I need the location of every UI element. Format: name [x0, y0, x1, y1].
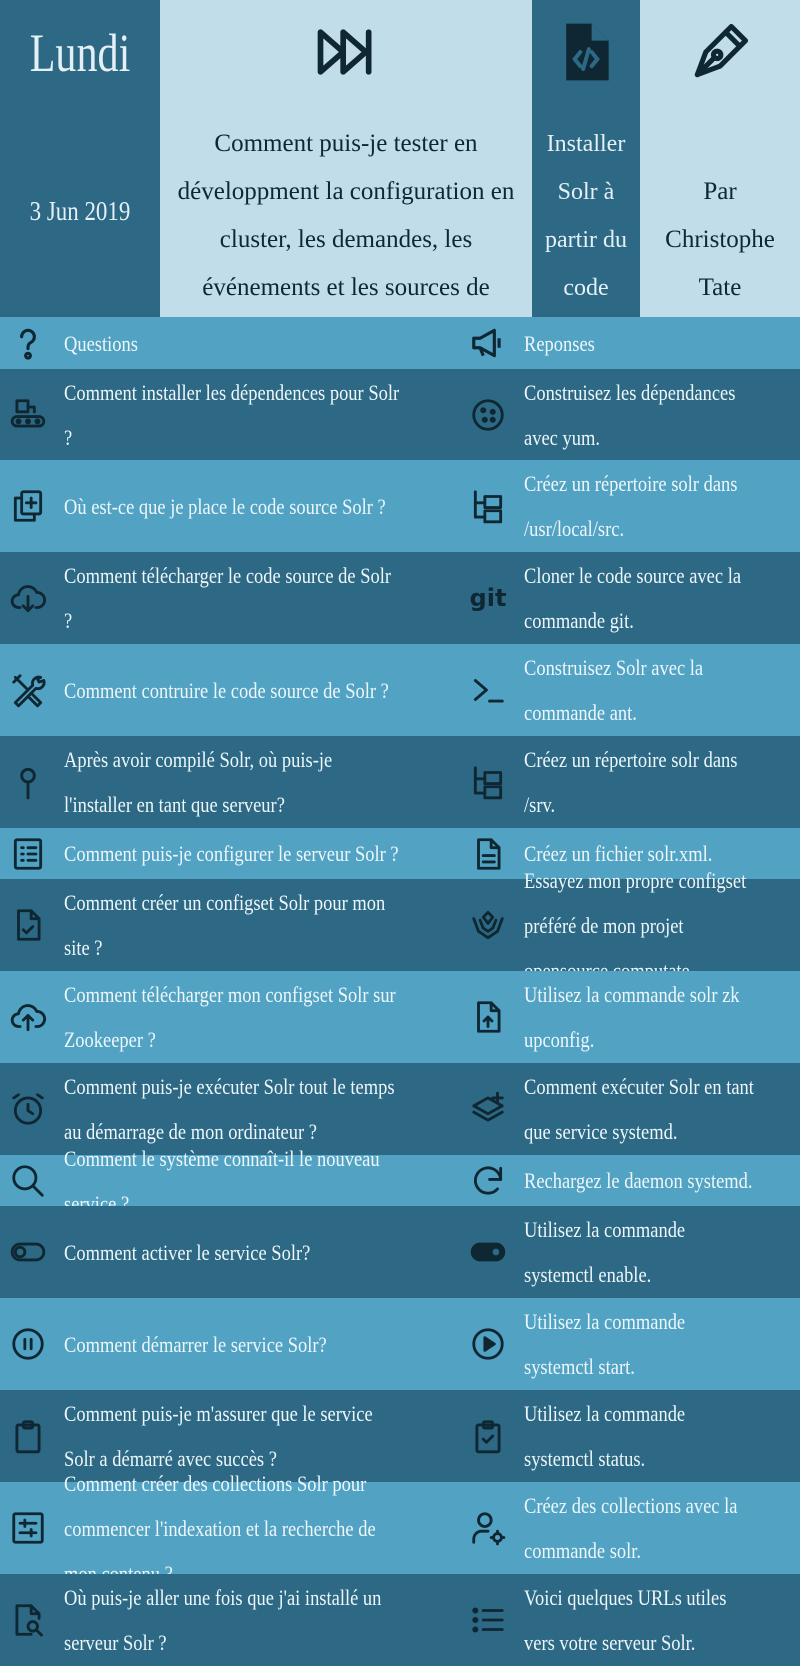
cookie-icon — [460, 369, 516, 460]
question-text: Après avoir compilé Solr, où puis-je l'i… — [64, 747, 333, 817]
folder-tree-icon — [460, 460, 516, 552]
response-text: Créez un répertoire solr dans /srv. — [524, 747, 738, 817]
file-check-icon — [0, 879, 56, 971]
day-panel: Lundi 3 Jun 2019 — [0, 0, 160, 317]
response-text: Utilisez la commande systemctl start. — [524, 1309, 686, 1379]
question-text: Comment installer les dépendences pour S… — [64, 379, 400, 450]
pen-nib-icon — [640, 18, 800, 86]
map-pin-icon — [0, 736, 56, 828]
git-icon: git — [469, 584, 507, 612]
table-row: Comment le système connaît-il le nouveau… — [0, 1146, 800, 1216]
file-upload-icon — [460, 971, 516, 1063]
install-title: Installer Solr à partir du code source. — [545, 131, 627, 301]
response-text: Voici quelques URLs utiles vers votre se… — [524, 1585, 727, 1655]
table-row: Où puis-je aller une fois que j'ai insta… — [0, 1574, 800, 1666]
author-panel: Par Christophe Tate — [640, 0, 800, 317]
main-question: Comment puis-je tester en développment l… — [177, 130, 515, 301]
table-row: Comment contruire le code source de Solr… — [0, 644, 800, 736]
table-row: Comment télécharger mon configset Solr s… — [0, 971, 800, 1063]
clipboard-icon — [0, 1390, 56, 1482]
table-row: Comment activer le service Solr? Utilisez… — [0, 1206, 800, 1298]
question-text: Où puis-je aller une fois que j'ai insta… — [64, 1585, 382, 1655]
question-panel: Comment puis-je tester en développment l… — [160, 0, 532, 317]
pause-circle-icon — [0, 1298, 56, 1390]
response-text: Construisez les dépendances avec yum. — [524, 379, 736, 450]
file-search-icon — [0, 1574, 56, 1666]
copy-plus-icon — [0, 460, 56, 552]
column-headers: Questions Reponses — [0, 317, 800, 369]
list-checklist-icon — [0, 828, 56, 879]
date-label: 3 Jun 2019 — [29, 196, 131, 226]
cloud-upload-icon — [0, 971, 56, 1063]
page: Lundi 3 Jun 2019 Comment puis-je tester … — [0, 0, 800, 1666]
terminal-prompt-icon — [460, 644, 516, 736]
question-text: Comment démarrer le service Solr? — [64, 1331, 327, 1357]
response-text: Comment exécuter Solr en tant que servic… — [524, 1074, 754, 1144]
response-text: Utilisez la commande systemctl enable. — [524, 1217, 686, 1287]
question-text: Comment contruire le code source de Solr… — [64, 677, 389, 703]
response-text: Utilisez la commande solr zk upconfig. — [524, 982, 740, 1052]
response-text: Créez des collections avec la commande s… — [524, 1493, 738, 1563]
response-text: Rechargez le daemon systemd. — [524, 1168, 753, 1193]
question-mark-icon — [0, 317, 56, 369]
megaphone-icon — [460, 317, 516, 369]
adjustments-icon — [0, 1482, 56, 1574]
fast-forward-icon — [160, 18, 532, 86]
play-circle-icon — [460, 1298, 516, 1390]
toggle-off-icon — [0, 1206, 56, 1298]
document-icon — [460, 828, 516, 879]
list-icon — [460, 1574, 516, 1666]
clipboard-check-icon — [460, 1390, 516, 1482]
question-text: Comment télécharger mon configset Solr s… — [64, 982, 396, 1052]
cloud-download-icon — [0, 552, 56, 644]
table-row: Comment télécharger le code source de So… — [0, 552, 800, 644]
table-row: Où est-ce que je place le code source So… — [0, 460, 800, 552]
question-text: Comment activer le service Solr? — [64, 1239, 311, 1265]
reload-icon — [460, 1155, 516, 1206]
response-text: Utilisez la commande systemctl status. — [524, 1401, 686, 1471]
responses-header: Reponses — [524, 330, 595, 356]
alarm-clock-icon — [0, 1063, 56, 1155]
table-row: Comment créer un configset Solr pour mon… — [0, 868, 800, 983]
header-banner: Lundi 3 Jun 2019 Comment puis-je tester … — [0, 0, 800, 317]
day-title: Lundi — [29, 23, 131, 83]
table-row: Comment créer des collections Solr pour … — [0, 1471, 800, 1586]
question-text: Où est-ce que je place le code source So… — [64, 493, 386, 519]
response-text: Construisez Solr avec la commande ant. — [524, 655, 704, 725]
questions-header: Questions — [64, 330, 138, 356]
install-panel: Installer Solr à partir du code source. — [532, 0, 640, 317]
question-text: Comment télécharger le code source de So… — [64, 563, 392, 633]
heart-hands-icon — [460, 879, 516, 971]
response-text: Cloner le code source avec la commande g… — [524, 563, 742, 633]
table-row: Comment installer les dépendences pour S… — [0, 369, 800, 460]
table-row: Après avoir compilé Solr, où puis-je l'i… — [0, 736, 800, 828]
search-icon — [0, 1155, 56, 1206]
toggle-on-icon — [460, 1206, 516, 1298]
folder-tree-icon — [460, 736, 516, 828]
table-row: Comment démarrer le service Solr? Utilise… — [0, 1298, 800, 1390]
user-settings-icon — [460, 1482, 516, 1574]
question-text: Comment créer un configset Solr pour mon… — [64, 890, 386, 960]
author-name: Par Christophe Tate — [665, 178, 775, 301]
conveyor-belt-icon — [0, 369, 56, 460]
code-file-icon — [532, 18, 640, 86]
layers-plus-icon — [460, 1063, 516, 1155]
tools-icon — [0, 644, 56, 736]
question-text: Comment puis-je configurer le serveur So… — [64, 841, 399, 866]
response-text: Créez un répertoire solr dans /usr/local… — [524, 471, 738, 541]
